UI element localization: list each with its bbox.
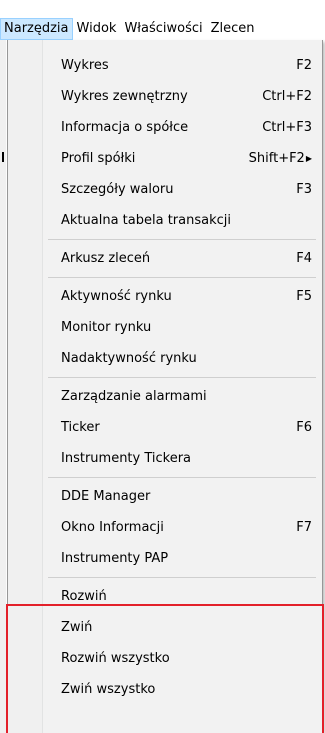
menu-item-rozwin[interactable]: Rozwiń	[8, 581, 322, 612]
menu-separator	[48, 277, 316, 278]
menu-item-label: Informacja o spółce	[61, 120, 189, 135]
submenu-arrow-icon: ▶	[305, 154, 312, 163]
menu-separator	[48, 377, 316, 378]
menu-item-label: DDE Manager	[61, 489, 151, 504]
menu-item-label: Rozwiń	[61, 589, 107, 604]
menu-separator	[48, 477, 316, 478]
menu-item-label: Wykres	[61, 58, 109, 73]
menu-bar-items: Narzędzia Widok Właściwości Zlecen	[0, 18, 259, 40]
menu-item-ticker[interactable]: Ticker F6	[8, 412, 322, 443]
menu-widok[interactable]: Widok	[73, 18, 121, 40]
app-window: Narzędzia Widok Właściwości Zlecen Wykre…	[0, 0, 325, 733]
menu-item-label: Instrumenty PAP	[61, 551, 169, 566]
menu-item-monitor-rynku[interactable]: Monitor rynku	[8, 312, 322, 343]
menu-narzedzia[interactable]: Narzędzia	[0, 18, 73, 40]
menu-item-label: Ticker	[61, 420, 100, 435]
menu-item-dde-manager[interactable]: DDE Manager	[8, 481, 322, 512]
menu-zlecenia[interactable]: Zlecen	[207, 18, 259, 40]
menu-item-informacja-o-spolce[interactable]: Informacja o spółce Ctrl+F3	[8, 112, 322, 143]
menu-item-shortcut: Ctrl+F3	[262, 120, 312, 135]
menu-item-shortcut: Ctrl+F2	[262, 89, 312, 104]
menu-item-label: Zarządzanie alarmami	[61, 389, 207, 404]
menu-item-arkusz-zlecen[interactable]: Arkusz zleceń F4	[8, 243, 322, 274]
menu-item-wykres[interactable]: Wykres F2	[8, 50, 322, 81]
menu-item-label: Szczegóły waloru	[61, 182, 174, 197]
background-window-edge	[0, 40, 6, 733]
menu-item-label: Arkusz zleceń	[61, 251, 151, 266]
menu-item-zarzadzanie-alarmami[interactable]: Zarządzanie alarmami	[8, 381, 322, 412]
menu-item-label: Profil spółki	[61, 151, 136, 166]
menu-item-label: Monitor rynku	[61, 320, 152, 335]
menu-items: Wykres F2 Wykres zewnętrzny Ctrl+F2 Informac…	[8, 50, 322, 705]
narzedzia-dropdown-menu: Wykres F2 Wykres zewnętrzny Ctrl+F2 Informac…	[7, 40, 323, 733]
menu-item-label: Zwiń wszystko	[61, 682, 156, 697]
menu-item-label: Rozwiń wszystko	[61, 651, 170, 666]
menu-item-shortcut: F2	[296, 58, 312, 73]
menu-item-label: Wykres zewnętrzny	[61, 89, 188, 104]
menu-item-label: Zwiń	[61, 620, 93, 635]
menu-separator	[48, 577, 316, 578]
background-mark	[2, 152, 4, 162]
menu-item-wykres-zewnetrzny[interactable]: Wykres zewnętrzny Ctrl+F2	[8, 81, 322, 112]
menu-bar: Narzędzia Widok Właściwości Zlecen	[0, 0, 325, 40]
menu-separator	[48, 239, 316, 240]
menu-item-shortcut: F6	[296, 420, 312, 435]
menu-item-shortcut: F7	[296, 520, 312, 535]
menu-item-shortcut: F3	[296, 182, 312, 197]
menu-item-shortcut: F5	[296, 289, 312, 304]
menu-item-shortcut: F4	[296, 251, 312, 266]
menu-item-instrumenty-tickera[interactable]: Instrumenty Tickera	[8, 443, 322, 474]
menu-item-label: Aktualna tabela transakcji	[61, 213, 231, 228]
menu-item-instrumenty-pap[interactable]: Instrumenty PAP	[8, 543, 322, 574]
menu-item-zwin[interactable]: Zwiń	[8, 612, 322, 643]
menu-item-label: Nadaktywność rynku	[61, 351, 197, 366]
menu-item-zwin-wszystko[interactable]: Zwiń wszystko	[8, 674, 322, 705]
menu-item-label: Aktywność rynku	[61, 289, 172, 304]
menu-wlasciwosci[interactable]: Właściwości	[120, 18, 206, 40]
menu-item-label: Okno Informacji	[61, 520, 164, 535]
menu-item-nadaktywnosc-rynku[interactable]: Nadaktywność rynku	[8, 343, 322, 374]
menu-item-shortcut: Shift+F2	[248, 151, 305, 166]
menu-item-aktualna-tabela-transakcji[interactable]: Aktualna tabela transakcji	[8, 205, 322, 236]
menu-item-label: Instrumenty Tickera	[61, 451, 192, 466]
menu-item-okno-informacji[interactable]: Okno Informacji F7	[8, 512, 322, 543]
menu-item-aktywnosc-rynku[interactable]: Aktywność rynku F5	[8, 281, 322, 312]
menu-item-rozwin-wszystko[interactable]: Rozwiń wszystko	[8, 643, 322, 674]
menu-item-szczegoly-waloru[interactable]: Szczegóły waloru F3	[8, 174, 322, 205]
menu-item-profil-spolki[interactable]: Profil spółki Shift+F2 ▶	[8, 143, 322, 174]
